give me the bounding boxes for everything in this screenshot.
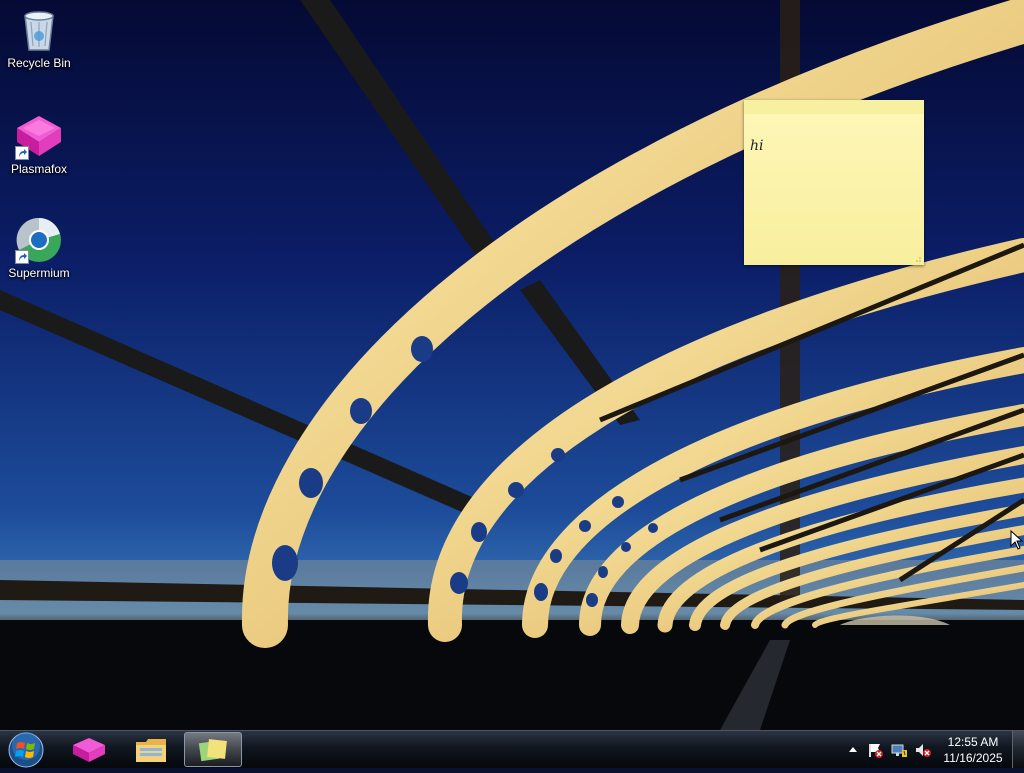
taskbar-explorer-button[interactable]: [122, 732, 180, 767]
windows-start-orb-icon: [8, 732, 44, 768]
taskbar: 12:55 AM 11/16/2025: [0, 730, 1024, 768]
start-button[interactable]: [7, 732, 45, 768]
desktop-icon-recycle-bin[interactable]: Recycle Bin: [0, 6, 78, 70]
clock-time: 12:55 AM: [947, 735, 999, 749]
folder-explorer-icon: [136, 738, 166, 762]
sticky-note[interactable]: hi: [744, 100, 924, 265]
taskbar-sticky-notes-button[interactable]: [184, 732, 242, 767]
sticky-notes-icon: [198, 738, 227, 761]
clock-date: 11/16/2025: [943, 751, 1003, 765]
desktop-icon-plasmafox[interactable]: Plasmafox: [0, 112, 78, 176]
network-icon[interactable]: [890, 741, 908, 759]
taskbar-plasmafox-button[interactable]: [60, 732, 118, 767]
supermium-icon: [15, 216, 63, 264]
shortcut-arrow-icon: [15, 146, 29, 160]
plasmafox-icon: [73, 737, 105, 762]
volume-muted-icon[interactable]: [914, 741, 932, 759]
sticky-note-title-bar[interactable]: [744, 100, 924, 114]
action-center-flag-icon[interactable]: [866, 741, 884, 759]
desktop-icon-label: Supermium: [8, 266, 70, 280]
desktop-icon-label: Recycle Bin: [7, 56, 71, 70]
show-hidden-icons-chevron[interactable]: [844, 741, 862, 759]
taskbar-clock[interactable]: 12:55 AM 11/16/2025: [936, 734, 1010, 766]
desktop[interactable]: Recycle Bin Plasmafox Supermium hi: [0, 0, 1024, 730]
recycle-bin-icon: [15, 6, 63, 54]
show-desktop-button[interactable]: [1012, 731, 1024, 768]
shortcut-arrow-icon: [15, 250, 29, 264]
mouse-cursor-icon: [1010, 530, 1024, 550]
sticky-note-text[interactable]: hi: [750, 138, 764, 154]
plasmafox-icon: [15, 112, 63, 160]
desktop-icon-label: Plasmafox: [10, 162, 68, 176]
desktop-icon-supermium[interactable]: Supermium: [0, 216, 78, 280]
resize-grip-icon[interactable]: [914, 255, 922, 263]
